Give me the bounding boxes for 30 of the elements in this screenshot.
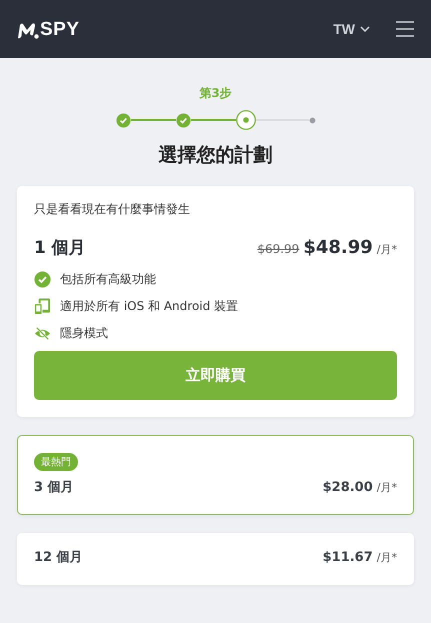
feature-text: 隱身模式 <box>60 325 108 342</box>
logo-icon <box>17 22 39 38</box>
plan-card[interactable]: 只是看看現在有什麼事情發生 1 個月 $69.99 $48.99 /月* 包括所有高級功能 適用於所有 iOS 和 Android 裝置 隱身模式 立即購買 <box>17 186 414 417</box>
plan-price: $48.99 <box>303 237 373 258</box>
progress-line <box>130 119 176 121</box>
chevron-down-icon <box>360 26 370 32</box>
plan-price: $28.00 <box>322 480 373 494</box>
feature-text: 包括所有高級功能 <box>60 271 156 288</box>
price-period: /月* <box>376 242 397 257</box>
feature-text: 適用於所有 iOS 和 Android 裝置 <box>60 298 238 315</box>
language-selector[interactable]: TW <box>333 21 370 37</box>
eye-slash-icon <box>34 325 51 342</box>
check-circle-icon <box>34 271 51 288</box>
plan-name: 12 個月 <box>34 549 83 566</box>
plan-card[interactable]: 12 個月 $11.67 /月* <box>17 533 414 585</box>
popular-badge: 最熱門 <box>34 453 78 471</box>
price-period: /月* <box>376 480 397 494</box>
devices-icon <box>34 298 51 315</box>
logo-text: SPY <box>40 20 80 38</box>
plan-name: 3 個月 <box>34 479 74 496</box>
plan-card[interactable]: 最熱門 3 個月 $28.00 /月* <box>17 435 414 515</box>
progress-line <box>190 119 236 121</box>
page-title: 選擇您的計劃 <box>158 143 274 168</box>
plan-subtitle: 只是看看現在有什麼事情發生 <box>34 201 191 218</box>
plan-name: 1 個月 <box>34 237 86 259</box>
menu-icon[interactable] <box>396 21 414 37</box>
old-price: $69.99 <box>257 242 300 256</box>
plan-price: $11.67 <box>322 550 373 564</box>
price-period: /月* <box>376 550 397 564</box>
step-label: 第3步 <box>198 85 233 102</box>
